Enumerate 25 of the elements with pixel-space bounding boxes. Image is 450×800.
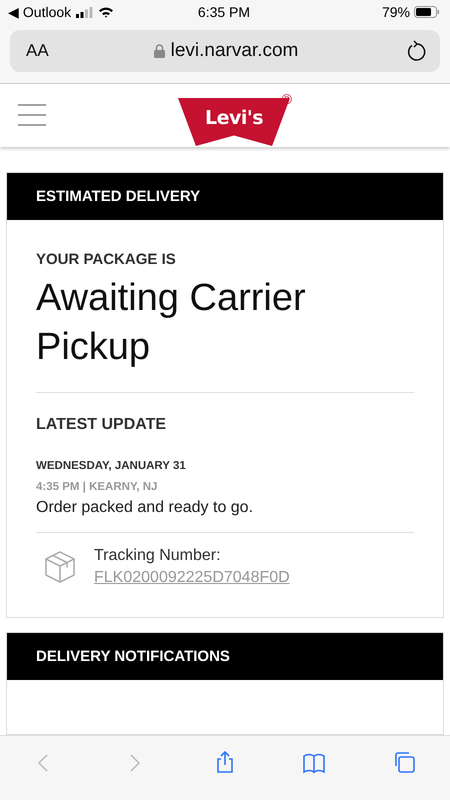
menu-icon[interactable] <box>18 104 46 126</box>
text-size-button[interactable]: AA <box>26 41 86 61</box>
lock-icon <box>154 44 165 58</box>
address-bar[interactable]: AA levi.narvar.com <box>10 30 440 72</box>
reload-icon[interactable] <box>406 40 426 62</box>
status-label: YOUR PACKAGE IS <box>36 250 177 268</box>
section-heading: DELIVERY NOTIFICATIONS <box>7 632 443 680</box>
latest-update-heading: LATEST UPDATE <box>36 416 168 434</box>
wifi-icon <box>98 6 114 18</box>
back-to-app-link[interactable]: ◀ Outlook <box>8 4 72 20</box>
update-time-location: 4:35 PM | KEARNY, NJ <box>36 480 158 493</box>
brand-logo[interactable]: Levi's <box>178 107 290 129</box>
battery-percent: 79% <box>382 4 410 20</box>
package-status: Awaiting Carrier Pickup <box>36 274 414 393</box>
battery-icon <box>414 6 440 18</box>
bookmarks-icon[interactable] <box>303 751 327 775</box>
signal-icon <box>76 6 94 18</box>
clock-time: 6:35 PM <box>196 4 252 20</box>
tabs-icon[interactable] <box>393 751 417 775</box>
update-date: WEDNESDAY, JANUARY 31 <box>36 460 187 472</box>
page-url: levi.narvar.com <box>170 40 298 62</box>
package-box-icon <box>44 550 76 584</box>
tracking-label: Tracking Number: <box>94 546 222 565</box>
update-message: Order packed and ready to go. <box>36 498 414 533</box>
section-heading: ESTIMATED DELIVERY <box>7 172 443 220</box>
